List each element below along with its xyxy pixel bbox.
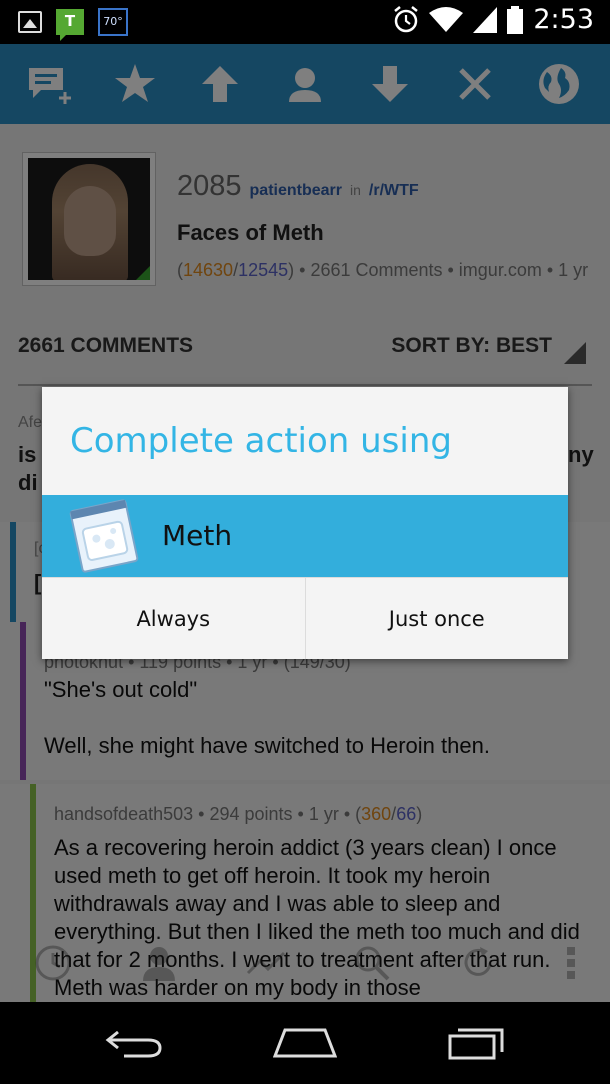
clock: 2:53	[533, 4, 594, 35]
weather-icon: 70°	[98, 8, 128, 36]
app-screen: 2085 patientbearr in /r/WTF Faces of Met…	[0, 44, 610, 1002]
notification-icons: T 70°	[18, 8, 128, 41]
signal-icon	[473, 6, 498, 33]
just-once-button[interactable]: Just once	[304, 578, 568, 659]
image-icon	[18, 11, 42, 33]
app-option-meth[interactable]: Meth	[42, 495, 568, 577]
system-icons: 2:53	[393, 4, 594, 35]
status-bar: T 70° 2:53	[0, 0, 610, 44]
battery-icon	[507, 5, 524, 34]
alarm-icon	[394, 5, 419, 32]
talk-icon: T	[56, 9, 84, 41]
always-button[interactable]: Always	[42, 578, 305, 659]
home-icon[interactable]	[272, 1026, 337, 1060]
dialog-buttons: Always Just once	[42, 577, 568, 659]
app-option-label: Meth	[162, 519, 233, 552]
system-nav-bar	[0, 1002, 610, 1084]
recents-icon[interactable]	[446, 1026, 506, 1060]
back-icon[interactable]	[104, 1026, 164, 1060]
dialog-title: Complete action using	[70, 421, 452, 461]
baggie-icon	[69, 499, 139, 573]
chooser-dialog: Complete action using Meth Always Just o…	[42, 387, 568, 659]
wifi-icon	[429, 6, 464, 32]
